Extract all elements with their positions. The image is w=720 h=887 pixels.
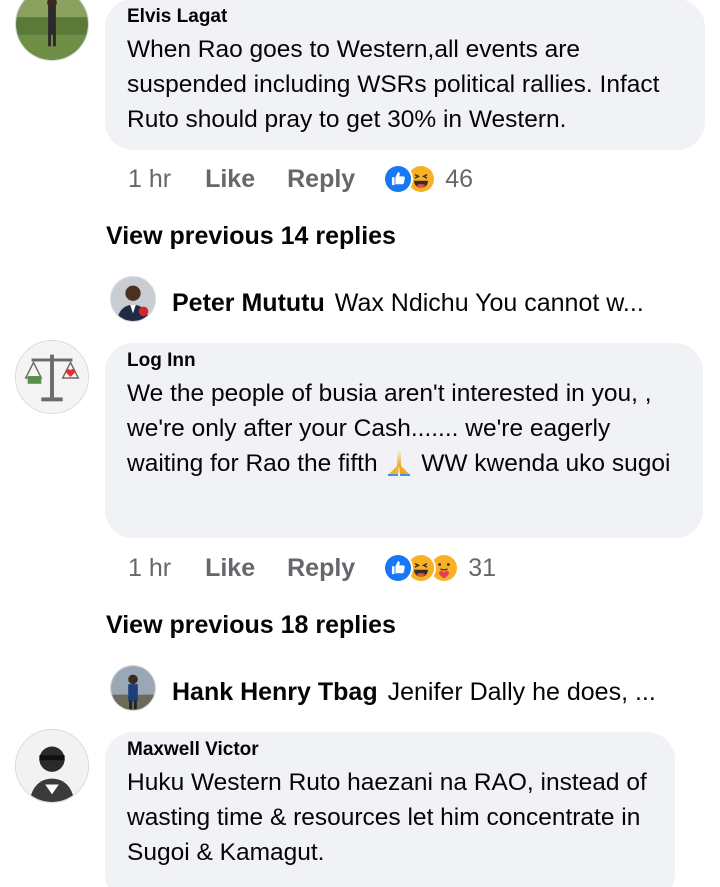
- comment-text-part: WW kwenda uko sugoi: [414, 450, 671, 477]
- avatar-hank-henry-tbag[interactable]: [110, 665, 156, 711]
- reply-text: Jenifer Dally he does, ...: [387, 677, 656, 706]
- latest-reply-preview[interactable]: Hank Henry Tbag Jenifer Dally he does, .…: [172, 667, 656, 717]
- comment-author[interactable]: Elvis Lagat: [127, 6, 683, 28]
- view-previous-replies-link[interactable]: View previous 14 replies: [106, 222, 396, 251]
- latest-reply-preview[interactable]: Peter Mututu Wax Ndichu You cannot w...: [172, 278, 644, 328]
- like-icon: [383, 164, 414, 194]
- comment-author[interactable]: Log Inn: [127, 350, 681, 372]
- comment-bubble: Log Inn We the people of busia aren't in…: [105, 343, 703, 538]
- reply-author[interactable]: Peter Mututu: [172, 289, 325, 318]
- comment-text: When Rao goes to Western,all events are …: [127, 36, 660, 133]
- like-icon: [383, 553, 414, 583]
- avatar-peter-mututu[interactable]: [110, 276, 156, 322]
- view-previous-replies-link[interactable]: View previous 18 replies: [106, 611, 396, 640]
- reaction-count[interactable]: 31: [468, 554, 496, 583]
- comment-text: We the people of busia aren't interested…: [127, 376, 681, 481]
- avatar-maxwell-victor[interactable]: [15, 729, 89, 803]
- comment-actions: 1 hr Like Reply 31: [128, 548, 496, 588]
- like-button[interactable]: Like: [205, 554, 255, 583]
- comment-bubble: Maxwell Victor Huku Western Ruto haezani…: [105, 732, 675, 887]
- like-button[interactable]: Like: [205, 165, 255, 194]
- comment-time[interactable]: 1 hr: [128, 554, 171, 583]
- reactions-summary[interactable]: [383, 164, 437, 194]
- reactions-summary[interactable]: [383, 553, 460, 583]
- comment-actions: 1 hr Like Reply 46: [128, 159, 473, 199]
- comment-text: Huku Western Ruto haezani na RAO, instea…: [127, 769, 647, 866]
- avatar-log-inn[interactable]: [15, 340, 89, 414]
- comment-time[interactable]: 1 hr: [128, 165, 171, 194]
- avatar-elvis-lagat[interactable]: [15, 0, 89, 61]
- reply-button[interactable]: Reply: [287, 165, 355, 194]
- reply-button[interactable]: Reply: [287, 554, 355, 583]
- reaction-count[interactable]: 46: [445, 165, 473, 194]
- reply-text: Wax Ndichu You cannot w...: [334, 288, 644, 317]
- reply-author[interactable]: Hank Henry Tbag: [172, 678, 378, 707]
- praying-hands-icon: [384, 448, 414, 476]
- comment-author[interactable]: Maxwell Victor: [127, 739, 653, 761]
- comment-bubble: Elvis Lagat When Rao goes to Western,all…: [105, 0, 705, 150]
